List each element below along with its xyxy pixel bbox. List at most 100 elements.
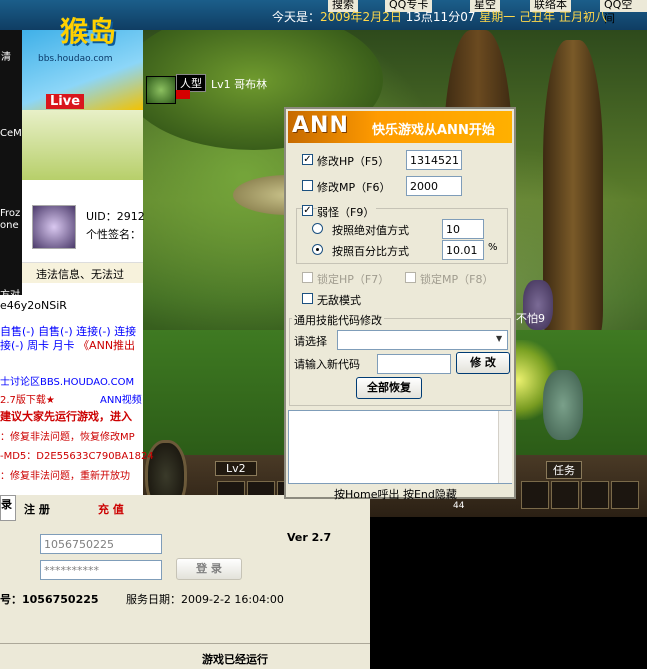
weak-checkbox[interactable]: ✓ bbox=[302, 205, 313, 216]
tab-register[interactable]: 注 册 bbox=[24, 501, 50, 517]
ann-slogan: 快乐游戏从ANN开始 bbox=[372, 123, 495, 138]
skill-group-title: 通用技能代码修改 bbox=[292, 312, 384, 328]
ann-window: ANN 快乐游戏从ANN开始 ✓ 修改HP（F5） 1314521 修改MP（F… bbox=[284, 107, 516, 501]
hp-value: 1314521 bbox=[410, 154, 459, 167]
news-fix-2[interactable]: ：修复非法问题，重新开放功 bbox=[0, 467, 130, 482]
hp-checkbox[interactable]: ✓ bbox=[302, 154, 313, 165]
green-header bbox=[22, 110, 143, 180]
date-weekday: 星期一 bbox=[479, 10, 516, 24]
lock-hp-checkbox[interactable] bbox=[302, 272, 313, 283]
news-fix-1[interactable]: ：修复非法问题，恢复修改MP bbox=[0, 428, 135, 443]
pct-unit: % bbox=[488, 242, 498, 253]
links-row-2: 接(-) 周卡 月卡 《ANN推出 bbox=[0, 337, 143, 352]
task-button[interactable]: 任务 bbox=[546, 461, 582, 479]
hp-input[interactable]: 1314521 bbox=[406, 150, 462, 170]
pct-input[interactable]: 10.01 bbox=[442, 240, 484, 260]
player-hp-box bbox=[176, 90, 190, 99]
uid-label: UID：2912 bbox=[86, 210, 145, 223]
mp-value: 2000 bbox=[410, 180, 438, 193]
link-week[interactable]: 周卡 bbox=[27, 339, 49, 352]
date-prefix: 今天是： bbox=[272, 10, 321, 24]
abs-radio[interactable] bbox=[312, 223, 323, 234]
account-field[interactable]: 1056750225 bbox=[40, 534, 162, 554]
side-label-2: CeM bbox=[0, 128, 22, 139]
forum-browser-panel: 清 CeM Froz one 方对 猴岛 bbs.houdao.com Live… bbox=[0, 15, 145, 301]
modify-button[interactable]: 修 改 bbox=[456, 352, 510, 374]
news-md5[interactable]: -MD5：D2E55633C790BA1824 bbox=[0, 447, 154, 462]
skill-select[interactable] bbox=[337, 330, 508, 350]
houdao-url: bbs.houdao.com bbox=[38, 54, 113, 64]
lock-mp-checkbox[interactable] bbox=[405, 272, 416, 283]
hp-label: 修改HP（F5） bbox=[317, 155, 390, 168]
player-level: Lv1 哥布林 bbox=[211, 78, 268, 91]
user-avatar[interactable] bbox=[32, 205, 76, 249]
date-display: 今天是：2009年2月2日 13点11分07 星期一 己丑年 正月初八 bbox=[272, 8, 607, 25]
links-row-1: 自售(-) 自售(-) 连接(-) 连接 bbox=[0, 323, 143, 338]
password-field[interactable]: ********** bbox=[40, 560, 162, 580]
newcode-label: 请输入新代码 bbox=[294, 358, 360, 371]
tab-login-label: 录 bbox=[1, 498, 12, 511]
mp-input[interactable]: 2000 bbox=[406, 176, 462, 196]
side-label-3: Froz bbox=[0, 208, 21, 219]
news-download[interactable]: 2.7版下载★ bbox=[0, 391, 55, 406]
mp-label: 修改MP（F6） bbox=[317, 181, 391, 194]
ann-logo: ANN bbox=[292, 113, 349, 138]
houdao-live: Live bbox=[46, 94, 85, 109]
link-month[interactable]: 月卡 bbox=[53, 339, 75, 352]
restore-button[interactable]: 全部恢复 bbox=[356, 377, 422, 399]
password-value: ********** bbox=[44, 564, 99, 577]
lock-hp-label: 锁定HP（F7） bbox=[317, 273, 390, 286]
slot-count: 44 bbox=[453, 501, 465, 511]
signature-label: 个性签名： bbox=[86, 228, 141, 241]
abs-input[interactable]: 10 bbox=[442, 219, 484, 239]
news-video[interactable]: ANN视频 bbox=[100, 391, 142, 406]
tab-login[interactable]: 录 bbox=[0, 495, 16, 521]
link-5[interactable]: 接(-) bbox=[0, 339, 24, 352]
player-avatar bbox=[146, 76, 176, 104]
menu-qq-space[interactable]: QQ空间 bbox=[600, 0, 647, 25]
ann-banner: ANN 快乐游戏从ANN开始 bbox=[288, 111, 512, 143]
notice-text[interactable]: 违法信息、无法过 bbox=[36, 266, 124, 282]
hud-level: Lv2 bbox=[215, 461, 257, 476]
news-panel: e46y2oNSiR 自售(-) 自售(-) 连接(-) 连接 接(-) 周卡 … bbox=[0, 295, 154, 495]
lock-mp-label: 锁定MP（F8） bbox=[420, 273, 494, 286]
token-label: e46y2oNSiR bbox=[0, 299, 67, 312]
pct-radio[interactable] bbox=[312, 244, 323, 255]
skill-slot-5[interactable] bbox=[521, 481, 549, 509]
account-info: 号：1056750225 bbox=[0, 593, 99, 606]
skill-slot-8[interactable] bbox=[611, 481, 639, 509]
forum-link[interactable]: 士讨论区BBS.HOUDAO.COM bbox=[0, 373, 134, 388]
tab-recharge[interactable]: 充 值 bbox=[98, 501, 124, 517]
news-advice[interactable]: 建议大家先运行游戏，进入 bbox=[0, 408, 132, 424]
date-time: 13点11分07 bbox=[405, 10, 476, 24]
chevron-down-icon[interactable]: ▼ bbox=[496, 334, 502, 343]
select-label: 请选择 bbox=[294, 335, 327, 348]
status-text: 游戏已经运行 bbox=[202, 653, 268, 666]
skill-slot-6[interactable] bbox=[551, 481, 579, 509]
log-textarea[interactable] bbox=[288, 410, 512, 484]
service-date: 服务日期：2009-2-2 16:04:00 bbox=[126, 593, 284, 606]
date-year: 2009年2月2日 bbox=[320, 10, 402, 24]
god-checkbox[interactable] bbox=[302, 293, 313, 304]
date-lunar: 己丑年 正月初八 bbox=[519, 10, 607, 24]
abs-value: 10 bbox=[446, 223, 460, 236]
login-button[interactable]: 登 录 bbox=[176, 558, 242, 580]
hotkey-footer: 按Home呼出 按End隐藏 bbox=[334, 488, 457, 501]
side-label-1: 清 bbox=[1, 52, 11, 63]
log-scrollbar[interactable] bbox=[498, 411, 512, 483]
desktop-strip bbox=[0, 30, 22, 295]
pct-label: 按照百分比方式 bbox=[332, 245, 409, 258]
link-ann[interactable]: 《ANN推出 bbox=[78, 339, 135, 352]
newcode-input[interactable] bbox=[377, 354, 451, 374]
abs-label: 按照绝对值方式 bbox=[332, 224, 409, 237]
enemy-label: 不怕9 bbox=[516, 312, 545, 325]
skill-slot-7[interactable] bbox=[581, 481, 609, 509]
weak-label: 弱怪（F9） bbox=[317, 204, 377, 220]
mp-checkbox[interactable] bbox=[302, 180, 313, 191]
version-label: Ver 2.7 bbox=[287, 531, 332, 544]
account-value: 1056750225 bbox=[44, 538, 114, 551]
side-label-4: one bbox=[0, 220, 19, 231]
enemy-goblin[interactable] bbox=[543, 370, 583, 440]
god-label: 无敌模式 bbox=[317, 294, 361, 307]
pct-value: 10.01 bbox=[446, 244, 478, 257]
